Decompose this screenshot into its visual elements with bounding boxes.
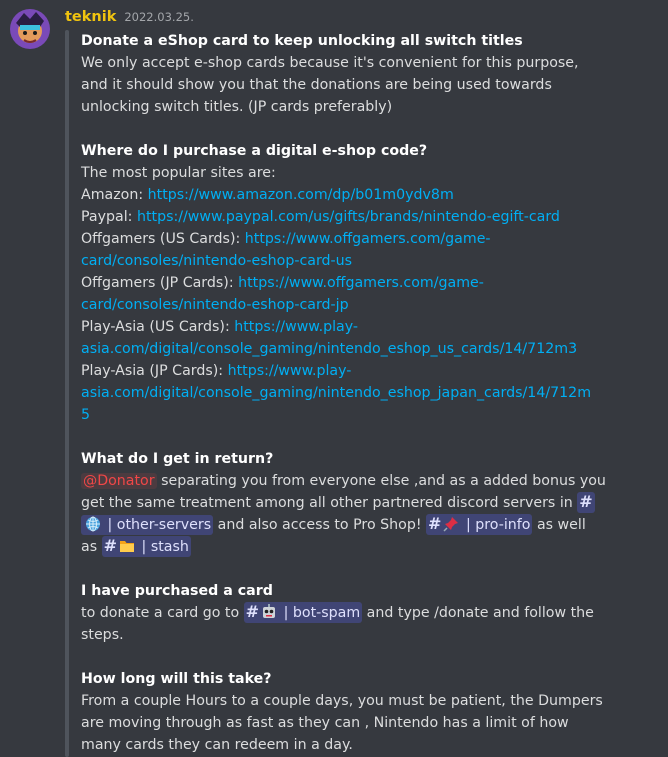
text-line: are moving through as fast as they can ,…: [81, 715, 569, 731]
hash-icon: #: [428, 514, 442, 533]
section-heading: How long will this take?: [81, 671, 272, 687]
offgamers-jp-link-cont[interactable]: card/consoles/nintendo-eshop-card-jp: [81, 297, 349, 313]
offgamers-us-link-cont[interactable]: card/consoles/nintendo-eshop-card-us: [81, 253, 352, 269]
donator-role-mention[interactable]: @Donator: [81, 473, 157, 489]
link-label: Paypal:: [81, 209, 137, 225]
link-row-offgamers-jp: Offgamers (JP Cards): https://www.offgam…: [81, 272, 667, 294]
text-span: get the same treatment among all other p…: [81, 495, 578, 511]
amazon-link[interactable]: https://www.amazon.com/dp/b01m0ydv8m: [148, 187, 454, 203]
playasia-us-link[interactable]: https://www.play-: [234, 319, 358, 335]
text-line: From a couple Hours to a couple days, yo…: [81, 693, 603, 709]
channel-mention-stash[interactable]: # | stash: [101, 536, 191, 557]
text-line: many cards they can redeem in a day.: [81, 737, 353, 753]
text-span: and type /donate and follow the: [362, 605, 594, 621]
offgamers-us-link[interactable]: https://www.offgamers.com/game-: [245, 231, 491, 247]
link-row-offgamers-jp-cont: card/consoles/nintendo-eshop-card-jp: [81, 294, 667, 316]
quote-bar: [65, 30, 69, 757]
pushpin-icon: [443, 517, 459, 532]
link-row-offgamers-us: Offgamers (US Cards): https://www.offgam…: [81, 228, 667, 250]
section-heading: Donate a eShop card to keep unlocking al…: [81, 33, 523, 49]
link-row-playasia-us: Play-Asia (US Cards): https://www.play-: [81, 316, 667, 338]
channel-name: | other-servers: [103, 517, 212, 533]
text-span: to donate a card go to: [81, 605, 244, 621]
link-row-playasia-jp: Play-Asia (JP Cards): https://www.play-: [81, 360, 667, 382]
text-line: unlocking switch titles. (JP cards prefe…: [81, 99, 393, 115]
link-row-paypal: Paypal: https://www.paypal.com/us/gifts/…: [81, 206, 667, 228]
link-row-playasia-jp-cont: asia.com/digital/console_gaming/nintendo…: [81, 382, 667, 404]
text-line: to donate a card go to # | bot-spam and …: [81, 602, 667, 624]
hash-icon: #: [579, 492, 593, 511]
text-line: We only accept e-shop cards because it's…: [81, 55, 579, 71]
channel-mention-hash[interactable]: #: [577, 492, 595, 513]
text-line: steps.: [81, 627, 124, 643]
link-label: Play-Asia (JP Cards):: [81, 363, 228, 379]
channel-mention-pro-info[interactable]: # | pro-info: [426, 514, 533, 535]
section-heading: I have purchased a card: [81, 583, 273, 599]
message-content: Donate a eShop card to keep unlocking al…: [81, 30, 667, 756]
timestamp: 2022.03.25.: [124, 10, 194, 24]
playasia-jp-link-cont[interactable]: asia.com/digital/console_gaming/nintendo…: [81, 385, 591, 401]
channel-mention-bot-spam[interactable]: # | bot-spam: [243, 602, 363, 623]
section-heading: Where do I purchase a digital e-shop cod…: [81, 143, 428, 159]
link-row-amazon: Amazon: https://www.amazon.com/dp/b01m0y…: [81, 184, 667, 206]
link-row-offgamers-us-cont: card/consoles/nintendo-eshop-card-us: [81, 250, 667, 272]
robot-icon: [263, 604, 276, 618]
folder-icon: [120, 541, 135, 552]
hash-icon: #: [103, 536, 118, 555]
message-header: teknik 2022.03.25.: [65, 6, 194, 28]
text-line: | other-servers and also access to Pro S…: [81, 514, 667, 536]
channel-name: | stash: [137, 539, 189, 555]
text-span: and also access to Pro Shop!: [213, 517, 427, 533]
link-label: Offgamers (US Cards):: [81, 231, 245, 247]
offgamers-jp-link[interactable]: https://www.offgamers.com/game-: [238, 275, 484, 291]
channel-mention-other-servers[interactable]: | other-servers: [81, 515, 214, 535]
text-span: as well: [532, 517, 586, 533]
playasia-jp-link-cont2[interactable]: 5: [81, 407, 90, 423]
playasia-us-link-cont[interactable]: asia.com/digital/console_gaming/nintendo…: [81, 341, 577, 357]
playasia-jp-link[interactable]: https://www.play-: [228, 363, 352, 379]
link-row-playasia-us-cont: asia.com/digital/console_gaming/nintendo…: [81, 338, 667, 360]
hash-icon: #: [245, 602, 260, 621]
link-label: Play-Asia (US Cards):: [81, 319, 235, 335]
channel-name: | bot-spam: [279, 605, 361, 621]
text-line: @Donator separating you from everyone el…: [81, 470, 667, 492]
username[interactable]: teknik: [65, 6, 116, 28]
text-line: get the same treatment among all other p…: [81, 492, 667, 514]
text-line: The most popular sites are:: [81, 165, 276, 181]
link-row-playasia-jp-cont2: 5: [81, 404, 667, 426]
link-label: Amazon:: [81, 187, 148, 203]
globe-icon: [86, 516, 100, 532]
text-span: separating you from everyone else ,and a…: [156, 473, 606, 489]
avatar[interactable]: [10, 9, 50, 49]
text-span: as: [81, 539, 102, 555]
text-line: and it should show you that the donation…: [81, 77, 552, 93]
text-line: as # | stash: [81, 536, 667, 558]
channel-name: | pro-info: [461, 517, 531, 533]
section-heading: What do I get in return?: [81, 451, 274, 467]
link-label: Offgamers (JP Cards):: [81, 275, 239, 291]
paypal-link[interactable]: https://www.paypal.com/us/gifts/brands/n…: [137, 209, 560, 225]
